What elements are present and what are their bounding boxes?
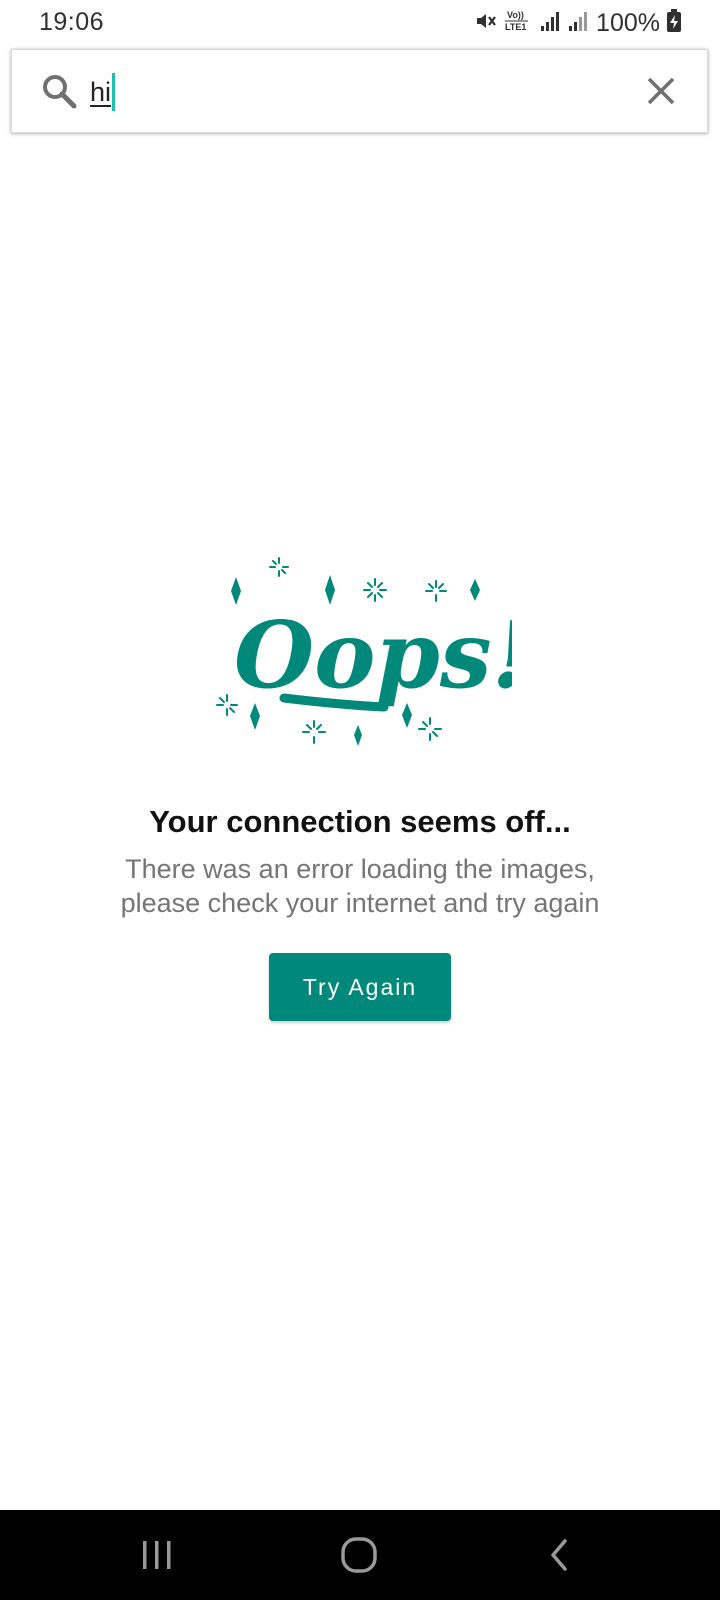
svg-text:LTE1: LTE1: [505, 22, 526, 32]
status-icons: Vo)) LTE1 100%: [474, 8, 682, 38]
oops-illustration: Oops!: [212, 555, 532, 755]
status-bar: 19:06 Vo)) LTE1 100%: [0, 0, 720, 46]
battery-charging-icon: [666, 8, 682, 38]
recent-apps-icon[interactable]: [127, 1532, 187, 1578]
error-title: Your connection seems off...: [149, 804, 571, 839]
search-bar: hi: [11, 49, 708, 133]
mute-icon: [474, 9, 498, 38]
volte-icon: Vo)) LTE1: [504, 8, 534, 39]
close-icon[interactable]: [643, 73, 679, 109]
search-input[interactable]: hi: [90, 70, 116, 114]
text-caret: [112, 73, 116, 111]
battery-percent: 100%: [596, 8, 660, 37]
signal-icon: [568, 10, 590, 37]
oops-lettering: Oops!: [234, 601, 512, 709]
screen: 19:06 Vo)) LTE1 100% hi Oops! Your conne…: [0, 0, 720, 1600]
try-again-button[interactable]: Try Again: [269, 953, 451, 1021]
home-icon[interactable]: [329, 1532, 389, 1578]
back-icon[interactable]: [530, 1532, 590, 1578]
search-icon[interactable]: [40, 72, 78, 110]
status-time: 19:06: [39, 8, 105, 36]
signal-icon: [540, 10, 562, 37]
svg-text:Vo)): Vo)): [507, 10, 524, 20]
search-query[interactable]: hi: [90, 77, 111, 108]
error-message: There was an error loading the images, p…: [120, 854, 600, 918]
navigation-bar: [0, 1510, 720, 1600]
